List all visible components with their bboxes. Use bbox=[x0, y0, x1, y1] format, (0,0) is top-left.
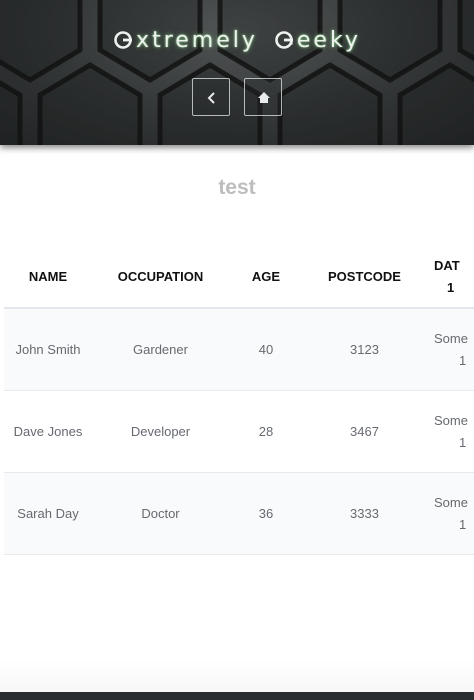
footer-bar bbox=[0, 692, 474, 700]
logo-letter-e-icon bbox=[114, 31, 133, 49]
site-logo[interactable]: xtremely eeky bbox=[0, 28, 474, 53]
cell-date-line2: 1 bbox=[459, 516, 467, 532]
chevron-left-icon bbox=[207, 92, 215, 104]
table-container[interactable]: Name Occupation Age Postcode DAT 1 John … bbox=[4, 246, 474, 558]
column-header-date-line1: DAT bbox=[434, 257, 460, 273]
column-header-date-line2: 1 bbox=[447, 279, 455, 295]
cell-age: 40 bbox=[229, 308, 303, 391]
cell-date-line1: Some bbox=[434, 494, 468, 510]
cell-date: Some 1 bbox=[426, 308, 474, 391]
column-header-age[interactable]: Age bbox=[229, 246, 303, 309]
footer-shade bbox=[0, 660, 474, 692]
people-table: Name Occupation Age Postcode DAT 1 John … bbox=[4, 246, 474, 555]
cell-date-line2: 1 bbox=[459, 434, 467, 450]
table-row[interactable]: John Smith Gardener 40 3123 Some 1 bbox=[4, 308, 474, 391]
cell-name: John Smith bbox=[4, 308, 92, 391]
cell-name: Dave Jones bbox=[4, 390, 92, 473]
page: xtremely eeky test NAME OCCUPATION AGE P… bbox=[0, 0, 474, 700]
cell-date-line2: 1 bbox=[459, 352, 467, 368]
cell-postcode: 3333 bbox=[303, 472, 426, 555]
table-row[interactable]: Dave Jones Developer 28 3467 Some 1 bbox=[4, 390, 474, 473]
home-button[interactable] bbox=[244, 78, 282, 116]
column-header-name[interactable]: Name bbox=[4, 246, 92, 309]
cell-age: 28 bbox=[229, 390, 303, 473]
cell-name: Sarah Day bbox=[4, 472, 92, 555]
logo-letter-g-icon bbox=[275, 31, 293, 49]
cell-postcode: 3123 bbox=[303, 308, 426, 391]
page-title: test bbox=[218, 176, 256, 199]
column-header-date[interactable]: DAT 1 bbox=[426, 246, 474, 309]
home-icon bbox=[258, 92, 270, 103]
cell-postcode: 3467 bbox=[303, 390, 426, 473]
table-row[interactable]: Sarah Day Doctor 36 3333 Some 1 bbox=[4, 472, 474, 555]
table-header-row: Name Occupation Age Postcode DAT 1 bbox=[4, 246, 474, 309]
back-button[interactable] bbox=[192, 78, 230, 116]
header-nav bbox=[192, 78, 292, 118]
cell-date-line1: Some bbox=[434, 330, 468, 346]
logo-word-2: eeky bbox=[296, 28, 361, 53]
column-header-postcode[interactable]: Postcode bbox=[303, 246, 426, 309]
cell-age: 36 bbox=[229, 472, 303, 555]
cell-occupation: Doctor bbox=[92, 472, 229, 555]
site-header: xtremely eeky bbox=[0, 0, 474, 145]
hexagon-background bbox=[0, 0, 474, 145]
cell-date: Some 1 bbox=[426, 472, 474, 555]
cell-occupation: Developer bbox=[92, 390, 229, 473]
cell-date: Some 1 bbox=[426, 390, 474, 473]
cell-occupation: Gardener bbox=[92, 308, 229, 391]
logo-word-1: xtremely bbox=[136, 28, 258, 53]
column-header-occupation[interactable]: Occupation bbox=[92, 246, 229, 309]
cell-date-line1: Some bbox=[434, 412, 468, 428]
